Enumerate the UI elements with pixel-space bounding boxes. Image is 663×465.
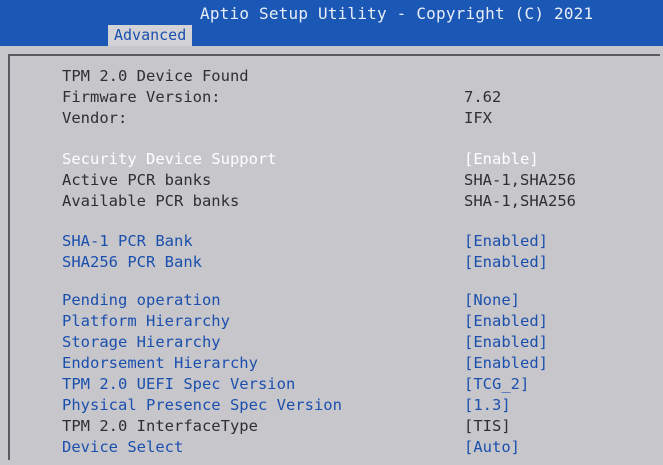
tab-advanced[interactable]: Advanced xyxy=(108,25,193,46)
app-title: Aptio Setup Utility - Copyright (C) 2021 xyxy=(200,4,594,23)
physical-presence-spec-item[interactable]: Physical Presence Spec Version xyxy=(62,395,342,415)
device-select-item[interactable]: Device Select xyxy=(62,437,183,457)
firmware-version-label: Firmware Version: xyxy=(62,88,221,106)
security-device-support-value[interactable]: [Enable] xyxy=(464,149,539,169)
platform-hierarchy-value[interactable]: [Enabled] xyxy=(464,311,548,331)
device-select-value[interactable]: [Auto] xyxy=(464,437,520,457)
vendor-label: Vendor: xyxy=(62,109,128,127)
interface-type-value: [TIS] xyxy=(464,417,511,435)
endorsement-hierarchy-value[interactable]: [Enabled] xyxy=(464,353,548,373)
interface-type-label: TPM 2.0 InterfaceType xyxy=(62,417,258,435)
endorsement-hierarchy-item[interactable]: Endorsement Hierarchy xyxy=(62,353,258,373)
sha256-pcr-bank-value[interactable]: [Enabled] xyxy=(464,252,548,272)
active-pcr-banks-value: SHA-1,SHA256 xyxy=(464,171,576,189)
active-pcr-banks-label: Active PCR banks xyxy=(62,171,212,189)
storage-hierarchy-item[interactable]: Storage Hierarchy xyxy=(62,332,221,352)
uefi-spec-version-value[interactable]: [TCG_2] xyxy=(464,374,529,394)
platform-hierarchy-item[interactable]: Platform Hierarchy xyxy=(62,311,230,331)
title-bar: Aptio Setup Utility - Copyright (C) 2021… xyxy=(0,0,663,46)
available-pcr-banks-label: Available PCR banks xyxy=(62,192,240,210)
uefi-spec-version-item[interactable]: TPM 2.0 UEFI Spec Version xyxy=(62,374,295,394)
sha1-pcr-bank-value[interactable]: [Enabled] xyxy=(464,231,548,251)
vendor-value: IFX xyxy=(464,109,492,127)
storage-hierarchy-value[interactable]: [Enabled] xyxy=(464,332,548,352)
available-pcr-banks-value: SHA-1,SHA256 xyxy=(464,192,576,210)
pending-operation-item[interactable]: Pending operation xyxy=(62,290,221,310)
firmware-version-value: 7.62 xyxy=(464,88,502,106)
sha1-pcr-bank-item[interactable]: SHA-1 PCR Bank xyxy=(62,231,193,251)
tpm-device-found-label: TPM 2.0 Device Found xyxy=(62,67,249,85)
pending-operation-value[interactable]: [None] xyxy=(464,290,520,310)
security-device-support-item[interactable]: Security Device Support xyxy=(62,149,277,169)
sha256-pcr-bank-item[interactable]: SHA256 PCR Bank xyxy=(62,252,202,272)
physical-presence-spec-value[interactable]: [1.3] xyxy=(464,395,511,415)
